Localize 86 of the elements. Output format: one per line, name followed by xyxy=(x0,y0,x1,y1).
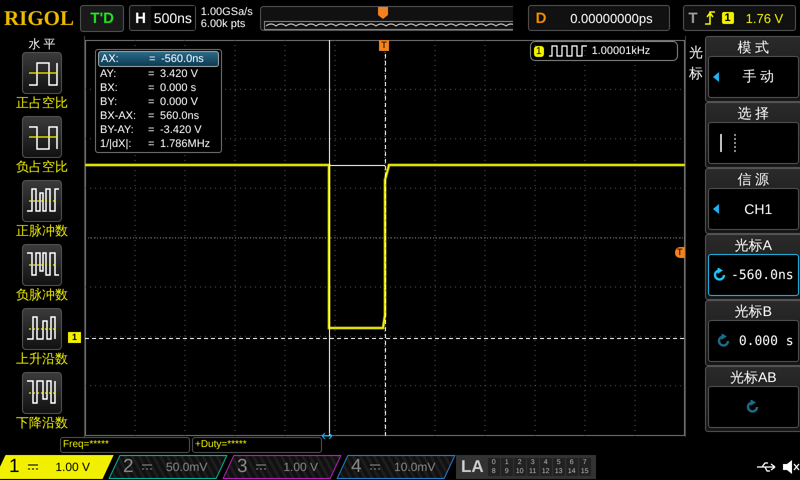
run-state-indicator: T'D xyxy=(80,4,124,32)
trigger-level-marker: T xyxy=(675,247,684,258)
usb-icon xyxy=(756,460,776,472)
readout-sign: = xyxy=(149,52,156,66)
measure-button[interactable] xyxy=(22,52,62,94)
channel-tab[interactable]: 3 1.00 V xyxy=(222,454,342,478)
double-arrow-icon xyxy=(322,433,332,439)
channel-tab[interactable]: 4 10.0mV xyxy=(336,454,456,478)
counter-value: 1.00001kHz xyxy=(592,45,650,57)
memory-depth: 6.00k pts xyxy=(200,18,246,30)
sample-rate: 1.00GSa/s xyxy=(200,6,253,18)
measure-button[interactable] xyxy=(22,244,62,286)
readout-sign: = xyxy=(148,137,156,151)
rising-edge-icon xyxy=(704,10,716,26)
timebase-value: 500ns xyxy=(150,6,195,30)
channel-tab[interactable]: 1 1.00 V xyxy=(0,454,114,478)
left-arrow-icon xyxy=(713,204,719,214)
softkey-button[interactable]: 手 动 xyxy=(708,56,799,98)
readout-sign: = xyxy=(148,123,156,137)
readout-label: AX: xyxy=(101,52,120,66)
channel-badge: 1 xyxy=(534,46,544,56)
menu-title: 光标 xyxy=(688,43,704,83)
softkey-button[interactable] xyxy=(708,386,799,428)
measure-label: 上升沿数 xyxy=(16,350,68,368)
brand-logo: RIGOL xyxy=(4,6,76,30)
trigger-position-marker: T xyxy=(379,40,389,51)
trigger-level: 1.76 V xyxy=(746,10,784,26)
measure-button[interactable] xyxy=(22,180,62,222)
left-arrow-icon xyxy=(713,72,719,82)
channel-ground-marker: 1 xyxy=(68,332,82,343)
rotate-knob-icon xyxy=(716,334,731,348)
readout-value: -560.0ns xyxy=(161,52,204,66)
measure-button[interactable] xyxy=(22,372,62,414)
measure-label: 正脉冲数 xyxy=(16,222,68,240)
readout-value: 0.000 V xyxy=(160,95,198,109)
readout-value: 3.420 V xyxy=(160,67,198,81)
softkey-label: 信 源 xyxy=(736,170,770,188)
softkey-button[interactable]: CH1 xyxy=(708,188,799,230)
readout-sign: = xyxy=(148,67,156,81)
trigger-source-badge: 1 xyxy=(722,12,734,24)
readout-label: AY: xyxy=(100,67,118,81)
softkey-button[interactable]: -560.0ns xyxy=(708,254,799,296)
speaker-muted-icon xyxy=(782,458,800,474)
square-wave-icon xyxy=(548,45,588,57)
readout-value: 0.000 s xyxy=(160,81,196,95)
readout-value: 560.0ns xyxy=(160,109,200,123)
readout-label: BY-AY: xyxy=(100,123,135,137)
measure-label: 下降沿数 xyxy=(16,414,68,432)
measure-button[interactable] xyxy=(22,308,62,350)
measurement-readout: +Duty=***** xyxy=(192,437,322,453)
softkey-label: 模 式 xyxy=(736,38,770,56)
softkey-label: 光标A xyxy=(734,236,773,254)
readout-sign: = xyxy=(148,81,156,95)
readout-value: 1.786MHz xyxy=(160,137,210,151)
readout-label: 1/|dX|: xyxy=(100,137,132,151)
menu-title: 水 平 xyxy=(28,36,56,52)
measure-label: 负脉冲数 xyxy=(16,286,68,304)
softkey-label: 光标AB xyxy=(728,368,778,386)
delay-label: D xyxy=(534,10,548,26)
trigger-label: T xyxy=(688,10,698,26)
measure-button[interactable] xyxy=(22,116,62,158)
trigger-panel[interactable]: T 1 1.76 V xyxy=(683,5,796,31)
readout-sign: = xyxy=(148,95,156,109)
measurement-readout: Freq=***** xyxy=(60,437,190,453)
readout-label: BX-AX: xyxy=(100,109,138,123)
measure-label: 正占空比 xyxy=(16,94,68,112)
dc-coupling-icon xyxy=(28,464,38,470)
softkey-button[interactable]: 0.000 s xyxy=(708,320,799,362)
dc-coupling-icon xyxy=(370,464,380,470)
dc-coupling-icon xyxy=(256,464,266,470)
timebase-label: H xyxy=(134,10,147,26)
dc-coupling-icon xyxy=(142,464,152,470)
readout-value: -3.420 V xyxy=(160,123,202,137)
softkey-label: 光标B xyxy=(734,302,773,320)
timebase-panel[interactable]: H 500ns xyxy=(129,5,196,31)
softkey-button[interactable] xyxy=(708,122,799,164)
channel-tab[interactable]: 2 50.0mV xyxy=(108,454,228,478)
delay-value: 0.00000000ps xyxy=(569,10,654,26)
delay-panel[interactable]: D 0.00000000ps xyxy=(528,5,670,31)
measure-label: 负占空比 xyxy=(16,158,68,176)
readout-sign: = xyxy=(148,109,156,123)
rotate-knob-icon xyxy=(746,400,760,414)
readout-label: BY: xyxy=(100,95,118,109)
rotate-knob-icon xyxy=(713,268,727,282)
softkey-label: 选 择 xyxy=(736,104,770,122)
readout-label: BX: xyxy=(100,81,119,95)
